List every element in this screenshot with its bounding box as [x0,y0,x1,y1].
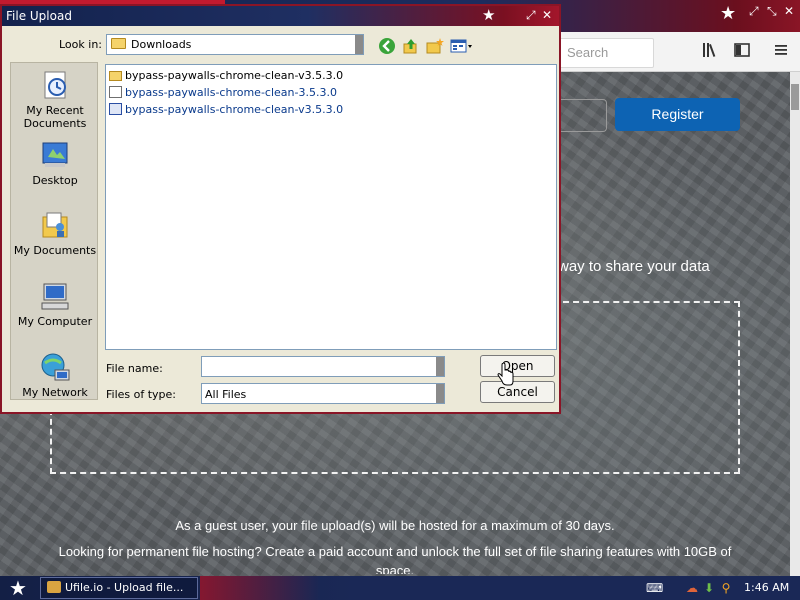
close-icon[interactable]: ✕ [784,4,794,18]
place-my-network[interactable]: My Network [11,351,99,399]
places-bar: My Recent Documents Desktop My Documents… [10,62,98,400]
file-name-field[interactable] [201,356,445,377]
taskbar: ★ Ufile.io - Upload file... ⌨ ☁ ⬇ ⚲ 1:46… [0,576,800,600]
file-icon [109,86,122,98]
dropdown-handle[interactable] [436,357,444,376]
minimize-icon[interactable]: ⤡ [767,4,777,19]
ufile-icon [47,581,61,593]
desktop-icon [42,142,68,167]
search-input[interactable]: Search [558,38,654,68]
hand-cursor-icon [497,363,514,386]
view-menu-icon[interactable] [450,37,474,55]
place-label: My Network [22,386,88,399]
start-button[interactable]: ★ [6,577,30,599]
open-button[interactable]: Open [480,355,555,377]
file-name: bypass-paywalls-chrome-clean-3.5.3.0 [125,86,337,99]
my-computer-icon [41,283,69,310]
place-label: My Documents [13,244,97,257]
files-of-type-label: Files of type: [106,388,177,401]
back-icon[interactable] [378,37,396,55]
place-my-computer[interactable]: My Computer [11,280,99,328]
place-recent-documents[interactable]: My Recent Documents [11,69,99,130]
place-desktop[interactable]: Desktop [11,139,99,187]
new-folder-icon[interactable] [426,37,444,55]
place-label: My Computer [17,315,93,328]
search-tray-icon[interactable]: ⚲ [718,580,734,596]
guest-note: As a guest user, your file upload(s) wil… [175,518,615,533]
star-icon: ★ [720,3,737,24]
library-icon[interactable] [698,40,722,64]
close-icon[interactable]: ✕ [542,8,552,22]
folder-icon [109,71,122,81]
clock: 1:46 AM [744,581,790,594]
task-button[interactable]: Ufile.io - Upload file... [40,577,198,599]
dropdown-handle[interactable] [355,35,363,54]
files-of-type-value: All Files [205,388,247,401]
list-item[interactable]: bypass-paywalls-chrome-clean-v3.5.3.0 [109,103,343,116]
my-documents-icon [42,212,68,238]
tagline: way to share your data [558,258,710,275]
task-label: Ufile.io - Upload file... [65,581,184,594]
taskbar-flare [200,576,320,600]
register-button[interactable]: Register [615,98,740,131]
file-name-label: File name: [106,362,163,375]
folder-icon [111,38,126,49]
files-of-type-select[interactable]: All Files [201,383,445,404]
place-my-documents[interactable]: My Documents [11,209,99,257]
dialog-title: File Upload [6,9,72,23]
keyboard-icon[interactable]: ⌨ [646,580,663,596]
cancel-button[interactable]: Cancel [480,381,555,403]
restore-icon[interactable]: ⤢ [749,4,759,19]
cancel-label: Cancel [497,385,538,399]
sidebar-icon[interactable] [730,40,754,64]
dialog-titlebar[interactable]: File Upload ★ ⤢ ✕ [2,6,559,26]
look-in-select[interactable]: Downloads [106,34,364,55]
look-in-value: Downloads [131,38,192,51]
list-item[interactable]: bypass-paywalls-chrome-clean-3.5.3.0 [109,86,337,99]
recent-documents-icon [44,71,66,99]
scrollbar-thumb[interactable] [791,84,799,110]
dropdown-handle[interactable] [436,384,444,403]
place-label: Documents [23,117,87,130]
restore-icon[interactable]: ⤢ [526,8,536,23]
list-item[interactable]: bypass-paywalls-chrome-clean-v3.5.3.0 [109,69,343,82]
file-list[interactable]: bypass-paywalls-chrome-clean-v3.5.3.0 by… [105,64,557,350]
up-folder-icon[interactable] [402,37,420,55]
look-in-label: Look in: [59,38,102,51]
place-label: Desktop [32,174,78,187]
file-name: bypass-paywalls-chrome-clean-v3.5.3.0 [125,69,344,82]
file-upload-dialog: File Upload ★ ⤢ ✕ Look in: Downloads My … [0,4,561,414]
star-icon: ★ [482,6,496,24]
menu-icon[interactable] [769,40,793,64]
network-icon[interactable]: ☁ [684,580,700,596]
zip-file-icon [109,103,122,115]
place-label: My Recent [26,104,84,117]
my-network-icon [41,353,70,381]
paid-note: Looking for permanent file hosting? Crea… [58,544,732,574]
scrollbar[interactable] [790,72,800,576]
update-icon[interactable]: ⬇ [701,580,717,596]
file-name: bypass-paywalls-chrome-clean-v3.5.3.0 [125,103,344,116]
